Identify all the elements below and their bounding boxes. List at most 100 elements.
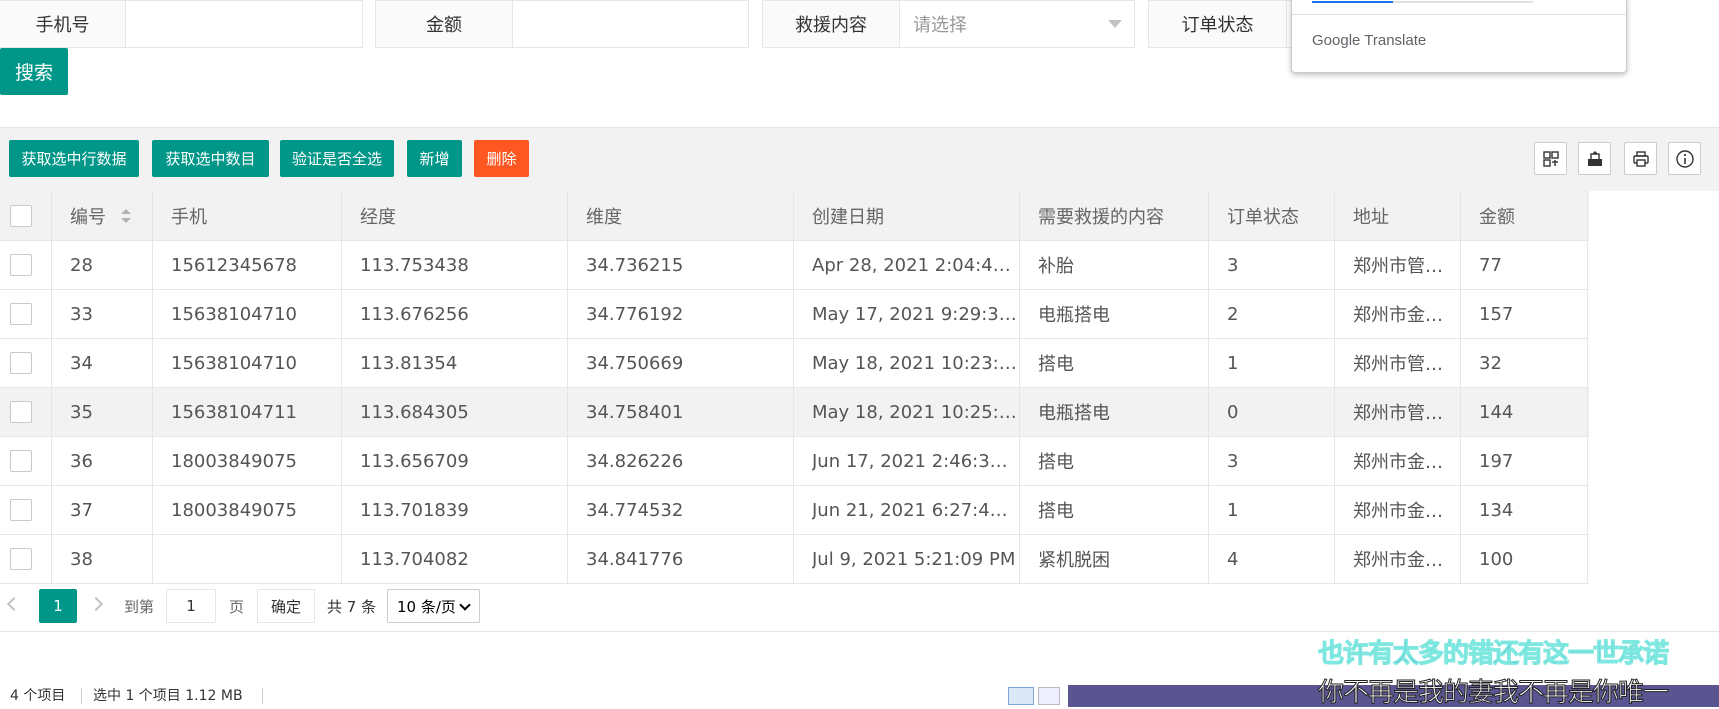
info-button[interactable] bbox=[1668, 142, 1701, 175]
cell-text: 34.841776 bbox=[586, 548, 684, 570]
total-count: 共 7 条 bbox=[327, 598, 377, 616]
table-row[interactable]: 34 15638104710 113.81354 34.750669 May 18, 2… bbox=[0, 339, 1589, 388]
amount-input[interactable] bbox=[512, 0, 749, 48]
goto-page-input[interactable]: 1 bbox=[166, 589, 216, 623]
table-cell: 113.753438 bbox=[342, 241, 568, 289]
status-separator bbox=[81, 688, 82, 704]
chevron-down-icon bbox=[1108, 20, 1122, 28]
cell-text: 补胎 bbox=[1038, 256, 1074, 277]
search-button[interactable]: 搜索 bbox=[0, 48, 68, 95]
select-all-checkbox[interactable] bbox=[10, 204, 32, 227]
cell-text: 197 bbox=[1479, 450, 1514, 472]
column-header-label: 地址 bbox=[1353, 206, 1389, 228]
get-selected-rows-button[interactable]: 获取选中行数据 bbox=[9, 140, 139, 177]
cell-text: 77 bbox=[1479, 254, 1502, 276]
checkbox-cell[interactable] bbox=[0, 241, 52, 289]
cell-text: 18003849075 bbox=[171, 450, 297, 472]
rescue-content-select[interactable]: 请选择 bbox=[899, 0, 1135, 48]
get-selected-count-button[interactable]: 获取选中数目 bbox=[152, 140, 269, 177]
table-cell: May 17, 2021 9:29:38… bbox=[794, 290, 1020, 338]
column-header: 维度 bbox=[568, 191, 794, 240]
row-checkbox[interactable] bbox=[10, 352, 32, 374]
current-page[interactable]: 1 bbox=[39, 589, 77, 623]
page-size-select[interactable]: 10 条/页 bbox=[387, 589, 480, 623]
goto-confirm-button[interactable]: 确定 bbox=[257, 589, 315, 623]
cell-text: 郑州市管… bbox=[1353, 354, 1443, 375]
table-cell: 15638104710 bbox=[153, 290, 342, 338]
cell-text: 113.81354 bbox=[360, 352, 458, 374]
row-checkbox[interactable] bbox=[10, 401, 32, 423]
add-button[interactable]: 新增 bbox=[407, 140, 462, 177]
table-row[interactable]: 36 18003849075 113.656709 34.826226 Jun 17, … bbox=[0, 437, 1589, 486]
export-button[interactable] bbox=[1578, 142, 1611, 175]
column-header-label: 维度 bbox=[586, 206, 622, 228]
cell-text: 35 bbox=[70, 401, 93, 423]
verify-select-all-button[interactable]: 验证是否全选 bbox=[280, 140, 394, 177]
cell-text: 15638104710 bbox=[171, 352, 297, 374]
next-page-icon[interactable] bbox=[88, 596, 104, 612]
checkbox-cell[interactable] bbox=[0, 290, 52, 338]
column-header[interactable]: 编号 bbox=[52, 191, 153, 240]
row-checkbox[interactable] bbox=[10, 499, 32, 521]
page-size-value: 10 条/页 bbox=[397, 597, 456, 616]
column-header: 金额 bbox=[1461, 191, 1588, 240]
sort-icon[interactable] bbox=[120, 208, 132, 224]
checkbox-cell[interactable] bbox=[0, 535, 52, 583]
print-button[interactable] bbox=[1624, 142, 1657, 175]
checkbox-cell[interactable] bbox=[0, 388, 52, 436]
cell-text: 1 bbox=[1227, 352, 1239, 374]
table-cell: Jun 21, 2021 6:27:45 … bbox=[794, 486, 1020, 534]
export-icon bbox=[1587, 150, 1602, 166]
row-checkbox[interactable] bbox=[10, 303, 32, 325]
checkbox-cell[interactable] bbox=[0, 191, 52, 240]
cell-text: May 18, 2021 10:25:1… bbox=[812, 401, 1019, 423]
cell-text: 37 bbox=[70, 499, 93, 521]
translate-tab[interactable] bbox=[1393, 1, 1533, 3]
translate-tab-active[interactable] bbox=[1312, 1, 1393, 3]
table-cell: 32 bbox=[1461, 339, 1588, 387]
table-cell: 搭电 bbox=[1020, 437, 1209, 485]
table-cell: 113.701839 bbox=[342, 486, 568, 534]
checkbox-cell[interactable] bbox=[0, 437, 52, 485]
table-cell: 35 bbox=[52, 388, 153, 436]
row-checkbox[interactable] bbox=[10, 450, 32, 472]
large-icons-view-icon[interactable] bbox=[1038, 687, 1060, 705]
details-view-icon[interactable] bbox=[1008, 687, 1034, 705]
print-icon bbox=[1632, 150, 1649, 167]
table-cell: 搭电 bbox=[1020, 486, 1209, 534]
phone-input[interactable] bbox=[125, 0, 363, 48]
column-header: 手机 bbox=[153, 191, 342, 240]
checkbox-cell[interactable] bbox=[0, 486, 52, 534]
cell-text: 郑州市金… bbox=[1353, 550, 1443, 571]
row-checkbox[interactable] bbox=[10, 548, 32, 570]
cell-text: 113.753438 bbox=[360, 254, 469, 276]
table-cell: 电瓶搭电 bbox=[1020, 388, 1209, 436]
google-translate-logo: Google Translate bbox=[1312, 32, 1427, 49]
table-cell: 34.774532 bbox=[568, 486, 794, 534]
cell-text: 1 bbox=[1227, 499, 1239, 521]
cell-text: 搭电 bbox=[1038, 452, 1074, 473]
table-row[interactable]: 28 15612345678 113.753438 34.736215 Apr 28, … bbox=[0, 241, 1589, 290]
checkbox-cell[interactable] bbox=[0, 339, 52, 387]
table-row[interactable]: 37 18003849075 113.701839 34.774532 Jun 21, … bbox=[0, 486, 1589, 535]
delete-button[interactable]: 删除 bbox=[474, 140, 529, 177]
rescue-content-placeholder: 请选择 bbox=[913, 15, 967, 36]
table-row[interactable]: 38 113.704082 34.841776 Jul 9, 2021 5:21:09… bbox=[0, 535, 1589, 584]
column-header: 经度 bbox=[342, 191, 568, 240]
cell-text: 0 bbox=[1227, 401, 1239, 423]
lyrics-line-1: 也许有太多的错还有这一世承诺 bbox=[1317, 639, 1669, 670]
prev-page-icon[interactable] bbox=[6, 596, 22, 612]
table-cell: Jul 9, 2021 5:21:09 PM bbox=[794, 535, 1020, 583]
column-header: 需要救援的内容 bbox=[1020, 191, 1209, 240]
cell-text: 郑州市管… bbox=[1353, 256, 1443, 277]
table-row[interactable]: 35 15638104711 113.684305 34.758401 May 18, … bbox=[0, 388, 1589, 437]
columns-button[interactable] bbox=[1534, 142, 1567, 175]
info-icon bbox=[1675, 149, 1694, 168]
item-count: 4 个项目 bbox=[10, 688, 66, 704]
table-cell: 补胎 bbox=[1020, 241, 1209, 289]
cell-text: 2 bbox=[1227, 303, 1239, 325]
table-cell: 144 bbox=[1461, 388, 1588, 436]
row-checkbox[interactable] bbox=[10, 254, 32, 276]
cell-text: Jul 9, 2021 5:21:09 PM bbox=[812, 548, 1016, 570]
table-row[interactable]: 33 15638104710 113.676256 34.776192 May 17, … bbox=[0, 290, 1589, 339]
